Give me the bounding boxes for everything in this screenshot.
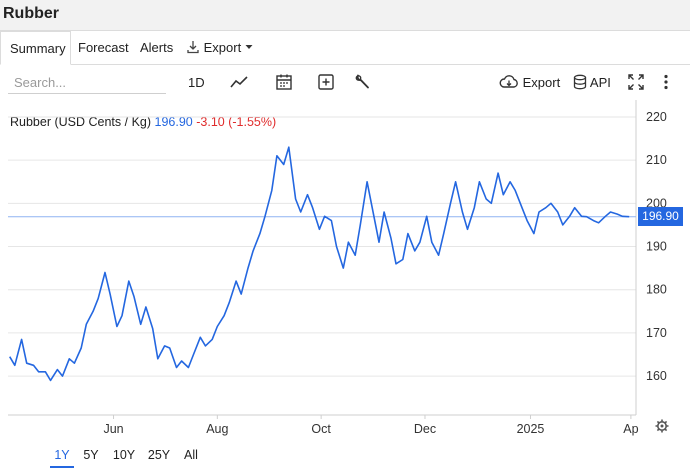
- tab-forecast[interactable]: Forecast: [78, 31, 129, 64]
- x-tick-label: Ap: [623, 422, 638, 436]
- wrench-icon[interactable]: [353, 72, 373, 92]
- range-25y-button[interactable]: 25Y: [146, 446, 172, 466]
- api-label: API: [589, 75, 611, 90]
- y-tick-label: 190: [646, 240, 667, 254]
- chart-series: [8, 146, 636, 382]
- period-button[interactable]: 1D: [188, 71, 205, 95]
- download-icon: [187, 41, 199, 54]
- x-tick-label: 2025: [517, 422, 545, 436]
- api-button[interactable]: API: [573, 71, 611, 95]
- tab-alerts[interactable]: Alerts: [140, 31, 173, 64]
- tab-export-label: Export: [203, 40, 242, 55]
- x-tick-label: Aug: [206, 422, 228, 436]
- title-bar: Rubber: [0, 0, 690, 31]
- chart-toolbar: 1D Export API: [0, 66, 690, 100]
- caret-down-icon: [245, 45, 253, 49]
- tab-summary[interactable]: Summary: [0, 31, 71, 65]
- y-tick-label: 160: [646, 369, 667, 383]
- calendar-icon[interactable]: [274, 72, 294, 92]
- export-button[interactable]: Export: [499, 71, 560, 95]
- tab-export[interactable]: Export: [186, 31, 253, 64]
- y-tick-label: 180: [646, 283, 667, 297]
- range-10y-button[interactable]: 10Y: [111, 446, 137, 466]
- more-options-icon[interactable]: [656, 72, 676, 92]
- database-icon: [573, 74, 587, 90]
- y-tick-label: 210: [646, 153, 667, 167]
- range-5y-button[interactable]: 5Y: [80, 446, 102, 466]
- last-price-tag: 196.90: [638, 207, 683, 227]
- rubber-price-line: [9, 146, 630, 382]
- y-tick-label: 170: [646, 326, 667, 340]
- range-1y-button[interactable]: 1Y: [50, 446, 74, 468]
- range-selector: 1Y 5Y 10Y 25Y All: [0, 440, 690, 468]
- chart-settings-icon[interactable]: [655, 419, 669, 433]
- y-tick-label: 220: [646, 110, 667, 124]
- price-chart[interactable]: 160170180190200210220Jun Aug Oct Dec 2025 Ap: [0, 100, 690, 440]
- export-label: Export: [522, 75, 561, 90]
- chart-gridlines: [8, 116, 636, 377]
- page-title: Rubber: [3, 5, 59, 22]
- chart-axes: 160170180190200210220Jun Aug Oct Dec 2025 Ap: [8, 100, 667, 436]
- range-all-button[interactable]: All: [180, 446, 202, 466]
- add-comparison-icon[interactable]: [316, 72, 336, 92]
- x-tick-label: Jun: [103, 422, 123, 436]
- line-chart-icon[interactable]: [229, 72, 249, 92]
- x-tick-label: Oct: [311, 422, 331, 436]
- tab-bar: Summary Forecast Alerts Export: [0, 31, 690, 65]
- cloud-download-icon: [499, 75, 518, 88]
- fullscreen-icon[interactable]: [626, 72, 646, 92]
- x-tick-label: Dec: [414, 422, 436, 436]
- search-input[interactable]: [8, 72, 166, 94]
